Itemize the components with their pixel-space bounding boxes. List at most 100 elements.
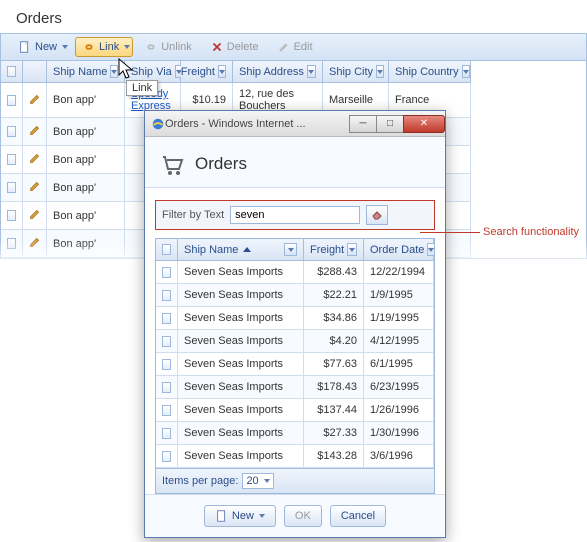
cell-freight: $34.86 (304, 307, 364, 330)
col-drop-icon[interactable] (110, 65, 118, 78)
select-all-header[interactable] (1, 61, 23, 83)
row-checkbox[interactable] (1, 118, 23, 146)
delete-icon (210, 40, 224, 54)
col-drop-icon[interactable] (218, 65, 226, 78)
row-edit-button[interactable] (23, 174, 47, 202)
row-checkbox[interactable] (1, 83, 23, 118)
table-row[interactable]: Seven Seas Imports$34.861/19/1995 (156, 307, 434, 330)
link-button[interactable]: Link (75, 37, 133, 57)
row-checkbox[interactable] (1, 202, 23, 230)
pencil-icon (28, 207, 42, 224)
col-drop-icon[interactable] (462, 65, 470, 78)
cell-order-date: 6/23/1995 (364, 376, 434, 399)
cell-freight: $178.43 (304, 376, 364, 399)
cell-ship-name: Bon app' (47, 83, 125, 118)
pager: Items per page: 20 (156, 468, 434, 493)
window-titlebar[interactable]: Orders - Windows Internet ... ─ □ ✕ (145, 111, 445, 137)
pager-label: Items per page: (162, 475, 238, 487)
row-checkbox[interactable] (156, 307, 178, 330)
cell-freight: $27.33 (304, 422, 364, 445)
col-freight[interactable]: Freight (304, 239, 364, 261)
table-row[interactable]: Seven Seas Imports$27.331/30/1996 (156, 422, 434, 445)
search-input[interactable] (230, 206, 360, 224)
table-row[interactable]: Seven Seas Imports$137.441/26/1996 (156, 399, 434, 422)
row-checkbox[interactable] (156, 330, 178, 353)
col-ship-address[interactable]: Ship Address (233, 61, 323, 83)
col-drop-icon[interactable] (347, 243, 357, 256)
row-checkbox[interactable] (156, 422, 178, 445)
cancel-button[interactable]: Cancel (330, 505, 386, 527)
cell-order-date: 1/19/1995 (364, 307, 434, 330)
cell-freight: $137.44 (304, 399, 364, 422)
cell-ship-name: Seven Seas Imports (178, 284, 304, 307)
cell-ship-name: Seven Seas Imports (178, 353, 304, 376)
page-size-select[interactable]: 20 (242, 473, 273, 489)
table-row[interactable]: Seven Seas Imports$288.4312/22/1994 (156, 261, 434, 284)
cell-order-date: 1/26/1996 (364, 399, 434, 422)
unlink-button[interactable]: Unlink (137, 37, 199, 57)
row-checkbox[interactable] (156, 445, 178, 468)
col-drop-icon[interactable] (427, 243, 435, 256)
row-edit-button[interactable] (23, 146, 47, 174)
cell-ship-name: Bon app' (47, 202, 125, 230)
cell-ship-name: Seven Seas Imports (178, 330, 304, 353)
ok-button[interactable]: OK (284, 505, 322, 527)
maximize-button[interactable]: □ (376, 115, 404, 133)
clear-search-button[interactable] (366, 205, 388, 225)
row-checkbox[interactable] (1, 146, 23, 174)
cell-ship-name: Seven Seas Imports (178, 261, 304, 284)
close-button[interactable]: ✕ (403, 115, 445, 133)
row-edit-button[interactable] (23, 202, 47, 230)
row-checkbox[interactable] (156, 376, 178, 399)
cell-order-date: 6/1/1995 (364, 353, 434, 376)
table-row[interactable]: Seven Seas Imports$4.204/12/1995 (156, 330, 434, 353)
ie-icon (151, 117, 165, 131)
col-drop-icon[interactable] (284, 243, 297, 256)
minimize-button[interactable]: ─ (349, 115, 377, 133)
row-edit-button[interactable] (23, 118, 47, 146)
pencil-icon (28, 179, 42, 196)
row-checkbox[interactable] (156, 399, 178, 422)
chevron-down-icon (264, 479, 270, 483)
col-ship-country[interactable]: Ship Country (389, 61, 471, 83)
chevron-down-icon (124, 45, 130, 49)
table-row[interactable]: Seven Seas Imports$143.283/6/1996 (156, 445, 434, 468)
delete-button[interactable]: Delete (203, 37, 266, 57)
cell-freight: $22.21 (304, 284, 364, 307)
col-drop-icon[interactable] (307, 65, 316, 78)
col-ship-name[interactable]: Ship Name (178, 239, 304, 261)
row-checkbox[interactable] (156, 284, 178, 307)
col-ship-name[interactable]: Ship Name (47, 61, 125, 83)
row-checkbox[interactable] (156, 261, 178, 284)
link-icon (82, 40, 96, 54)
col-order-date[interactable]: Order Date (364, 239, 434, 261)
cell-freight: $4.20 (304, 330, 364, 353)
orders-popup-window: Orders - Windows Internet ... ─ □ ✕ Orde… (144, 110, 446, 538)
row-checkbox[interactable] (1, 174, 23, 202)
row-edit-button[interactable] (23, 83, 47, 118)
row-checkbox[interactable] (156, 353, 178, 376)
table-row[interactable]: Seven Seas Imports$22.211/9/1995 (156, 284, 434, 307)
table-row[interactable]: Seven Seas Imports$77.636/1/1995 (156, 353, 434, 376)
col-drop-icon[interactable] (376, 65, 384, 78)
edit-label: Edit (294, 41, 313, 53)
cell-order-date: 1/30/1996 (364, 422, 434, 445)
unlink-icon (144, 40, 158, 54)
cell-ship-name: Seven Seas Imports (178, 422, 304, 445)
col-freight[interactable]: Freight (181, 61, 233, 83)
new-button[interactable]: New (204, 505, 276, 527)
cell-order-date: 3/6/1996 (364, 445, 434, 468)
grid-header-row: Ship Name Ship Via Freight Ship Address … (1, 61, 586, 83)
page-title: Orders (0, 0, 587, 33)
callout-label: Search functionality (483, 226, 579, 238)
window-title: Orders - Windows Internet ... (165, 118, 350, 130)
cell-order-date: 4/12/1995 (364, 330, 434, 353)
callout-line (420, 232, 480, 233)
select-all-header[interactable] (156, 239, 178, 261)
eraser-icon (371, 208, 383, 223)
new-button[interactable]: New (11, 37, 71, 57)
edit-button[interactable]: Edit (270, 37, 320, 57)
table-row[interactable]: Seven Seas Imports$178.436/23/1995 (156, 376, 434, 399)
cell-ship-name: Seven Seas Imports (178, 307, 304, 330)
col-ship-city[interactable]: Ship City (323, 61, 389, 83)
